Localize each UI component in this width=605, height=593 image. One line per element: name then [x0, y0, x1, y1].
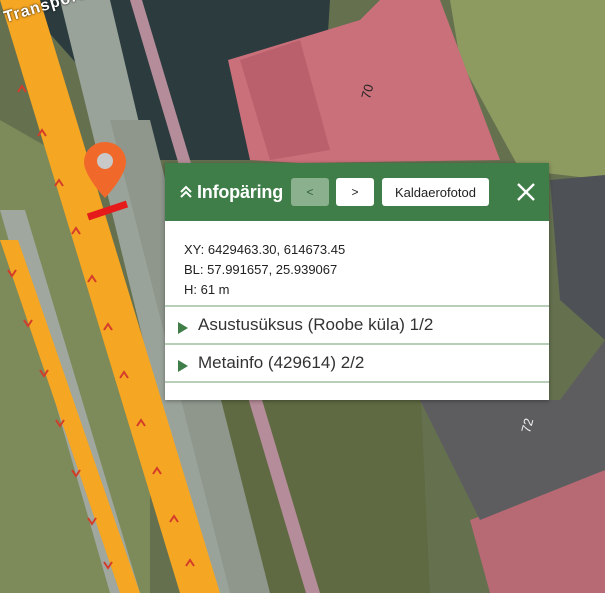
- map-pin-icon[interactable]: [82, 140, 128, 200]
- double-chevron-up-icon[interactable]: [179, 185, 193, 199]
- close-icon[interactable]: [513, 179, 539, 205]
- info-panel: Infopäring < > Kaldaerofotod XY: 6429463…: [165, 163, 549, 400]
- coordinates-block: XY: 6429463.30, 614673.45 BL: 57.991657,…: [165, 221, 549, 305]
- bl-coordinates: BL: 57.991657, 25.939067: [184, 262, 338, 277]
- section-label: Metainfo (429614) 2/2: [198, 353, 365, 372]
- info-panel-header: Infopäring < > Kaldaerofotod: [165, 163, 549, 221]
- section-label: Asustusüksus (Roobe küla) 1/2: [198, 315, 434, 334]
- previous-button[interactable]: <: [291, 178, 329, 206]
- aerial-photos-button[interactable]: Kaldaerofotod: [382, 178, 489, 206]
- next-button[interactable]: >: [336, 178, 374, 206]
- caret-right-icon: [178, 357, 188, 372]
- info-panel-title: Infopäring: [197, 181, 283, 202]
- caret-right-icon: [178, 319, 188, 334]
- height-value: H: 61 m: [184, 282, 230, 297]
- xy-coordinates: XY: 6429463.30, 614673.45: [184, 242, 346, 257]
- section-metainfo[interactable]: Metainfo (429614) 2/2: [165, 343, 549, 383]
- section-settlement-unit[interactable]: Asustusüksus (Roobe küla) 1/2: [165, 305, 549, 343]
